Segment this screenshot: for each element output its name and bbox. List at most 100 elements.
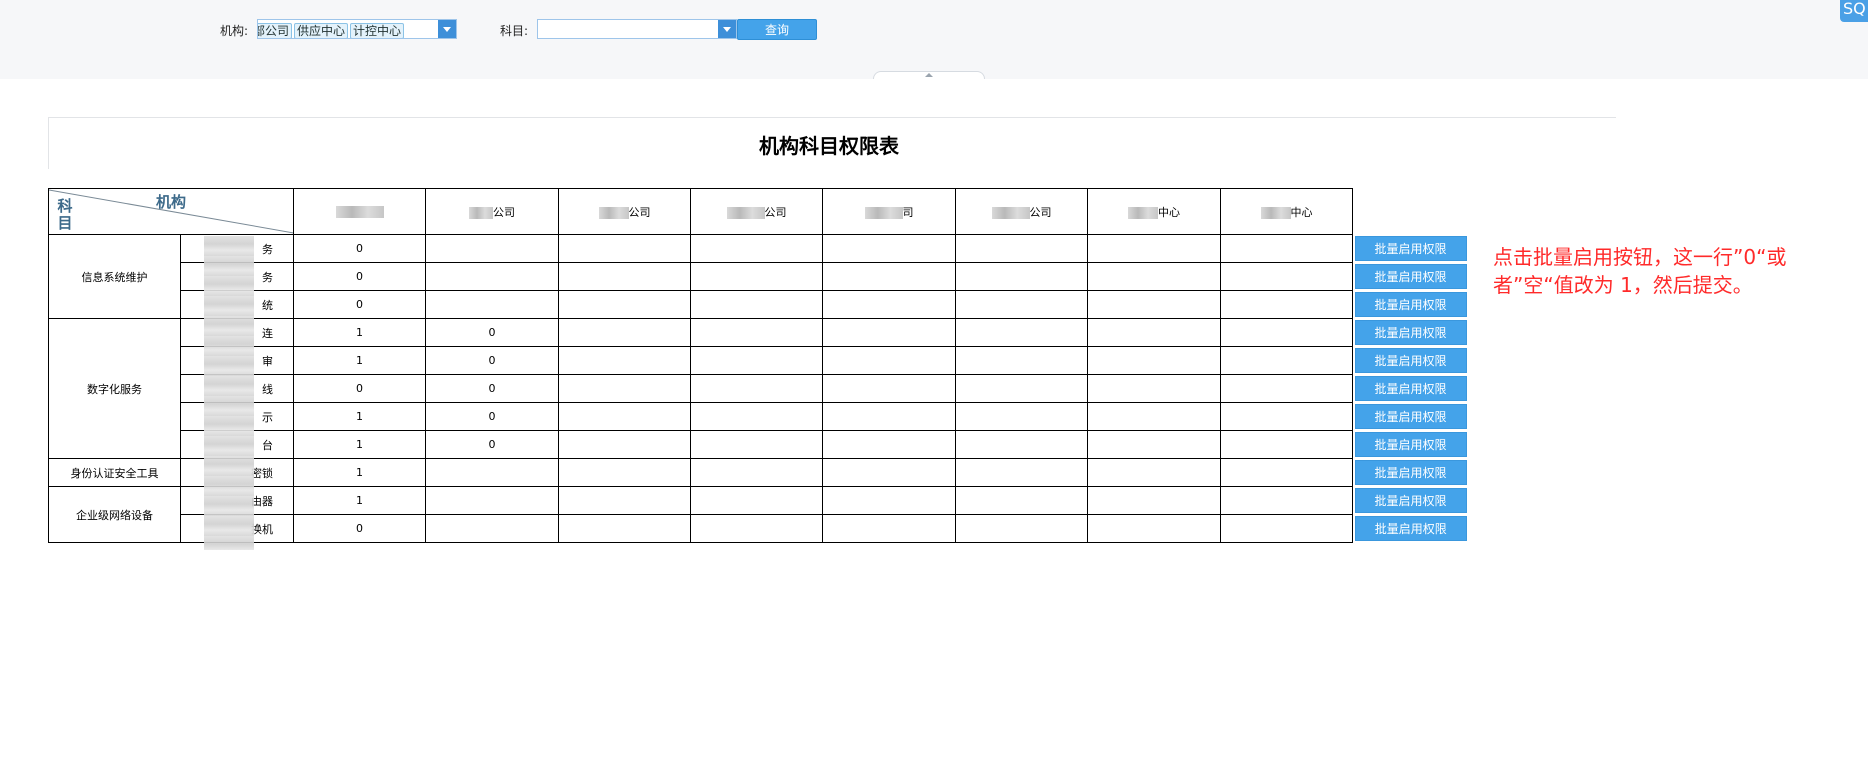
permission-cell[interactable] <box>1087 514 1221 543</box>
permission-cell[interactable] <box>558 290 691 319</box>
permission-cell[interactable] <box>1220 402 1353 431</box>
permission-cell[interactable] <box>558 262 691 291</box>
permission-cell[interactable]: 0 <box>425 374 559 403</box>
permission-cell[interactable] <box>822 486 956 515</box>
permission-cell[interactable] <box>1087 290 1221 319</box>
permission-cell[interactable] <box>1087 346 1221 375</box>
permission-cell[interactable] <box>1220 514 1353 543</box>
permission-cell[interactable] <box>425 234 559 263</box>
permission-cell[interactable] <box>1087 458 1221 487</box>
permission-cell[interactable] <box>1087 430 1221 459</box>
permission-cell[interactable]: 0 <box>293 374 426 403</box>
permission-cell[interactable] <box>558 430 691 459</box>
permission-cell[interactable] <box>425 458 559 487</box>
permission-cell[interactable] <box>822 262 956 291</box>
org-tag[interactable]: 计控中心 <box>350 23 405 38</box>
permission-cell[interactable]: 0 <box>425 318 559 347</box>
permission-cell[interactable]: 0 <box>293 290 426 319</box>
permission-cell[interactable]: 1 <box>293 486 426 515</box>
chevron-down-icon[interactable] <box>438 20 456 38</box>
permission-cell[interactable] <box>690 430 823 459</box>
permission-cell[interactable] <box>690 318 823 347</box>
permission-cell[interactable] <box>822 402 956 431</box>
permission-cell[interactable] <box>955 486 1088 515</box>
batch-enable-button[interactable]: 批量启用权限 <box>1354 348 1467 373</box>
org-select[interactable]: 部公司 供应中心 计控中心 <box>257 19 457 39</box>
permission-cell[interactable] <box>1087 402 1221 431</box>
permission-cell[interactable] <box>1220 374 1353 403</box>
permission-cell[interactable] <box>955 290 1088 319</box>
batch-enable-button[interactable]: 批量启用权限 <box>1354 320 1467 345</box>
permission-cell[interactable]: 1 <box>293 346 426 375</box>
org-tag[interactable]: 供应中心 <box>294 23 349 38</box>
permission-cell[interactable] <box>558 486 691 515</box>
permission-cell[interactable]: 0 <box>293 234 426 263</box>
permission-cell[interactable]: 0 <box>425 346 559 375</box>
permission-cell[interactable] <box>1087 234 1221 263</box>
permission-cell[interactable] <box>1087 486 1221 515</box>
permission-cell[interactable] <box>955 262 1088 291</box>
permission-cell[interactable] <box>690 458 823 487</box>
permission-cell[interactable] <box>558 402 691 431</box>
permission-cell[interactable]: 1 <box>293 318 426 347</box>
permission-cell[interactable] <box>955 346 1088 375</box>
permission-cell[interactable] <box>1220 234 1353 263</box>
batch-enable-button[interactable]: 批量启用权限 <box>1354 376 1467 401</box>
batch-enable-button[interactable]: 批量启用权限 <box>1354 292 1467 317</box>
permission-cell[interactable] <box>690 234 823 263</box>
subject-select[interactable] <box>537 19 737 39</box>
permission-cell[interactable] <box>1220 486 1353 515</box>
collapse-toggle[interactable] <box>873 71 985 79</box>
batch-enable-button[interactable]: 批量启用权限 <box>1354 516 1467 541</box>
permission-cell[interactable]: 1 <box>293 430 426 459</box>
permission-cell[interactable] <box>690 402 823 431</box>
permission-cell[interactable] <box>1087 262 1221 291</box>
permission-cell[interactable] <box>1220 262 1353 291</box>
permission-cell[interactable] <box>822 318 956 347</box>
permission-cell[interactable] <box>690 514 823 543</box>
permission-cell[interactable] <box>955 402 1088 431</box>
permission-cell[interactable] <box>822 290 956 319</box>
batch-enable-button[interactable]: 批量启用权限 <box>1354 460 1467 485</box>
permission-cell[interactable] <box>690 486 823 515</box>
permission-cell[interactable] <box>690 346 823 375</box>
permission-cell[interactable] <box>558 514 691 543</box>
batch-enable-button[interactable]: 批量启用权限 <box>1354 404 1467 429</box>
permission-cell[interactable] <box>822 458 956 487</box>
permission-cell[interactable] <box>690 290 823 319</box>
permission-cell[interactable] <box>425 262 559 291</box>
permission-cell[interactable]: 0 <box>293 262 426 291</box>
permission-cell[interactable] <box>558 374 691 403</box>
permission-cell[interactable] <box>558 318 691 347</box>
permission-cell[interactable] <box>690 374 823 403</box>
permission-cell[interactable] <box>1220 458 1353 487</box>
permission-cell[interactable] <box>558 234 691 263</box>
permission-cell[interactable]: 1 <box>293 402 426 431</box>
permission-cell[interactable] <box>1220 290 1353 319</box>
permission-cell[interactable] <box>822 346 956 375</box>
permission-cell[interactable] <box>1220 318 1353 347</box>
query-button[interactable]: 查询 <box>737 19 817 40</box>
permission-cell[interactable]: 1 <box>293 458 426 487</box>
permission-cell[interactable] <box>955 514 1088 543</box>
permission-cell[interactable] <box>425 486 559 515</box>
batch-enable-button[interactable]: 批量启用权限 <box>1354 264 1467 289</box>
permission-cell[interactable] <box>955 318 1088 347</box>
permission-cell[interactable] <box>822 430 956 459</box>
permission-cell[interactable] <box>955 374 1088 403</box>
permission-cell[interactable] <box>822 234 956 263</box>
permission-cell[interactable] <box>690 262 823 291</box>
permission-cell[interactable]: 0 <box>425 430 559 459</box>
batch-enable-button[interactable]: 批量启用权限 <box>1354 432 1467 457</box>
permission-cell[interactable] <box>1087 374 1221 403</box>
permission-cell[interactable]: 0 <box>425 402 559 431</box>
permission-cell[interactable] <box>1087 318 1221 347</box>
permission-cell[interactable] <box>1220 346 1353 375</box>
permission-cell[interactable] <box>955 458 1088 487</box>
corner-badge[interactable]: SQ <box>1840 0 1868 22</box>
permission-cell[interactable]: 0 <box>293 514 426 543</box>
permission-cell[interactable] <box>955 234 1088 263</box>
permission-cell[interactable] <box>425 514 559 543</box>
batch-enable-button[interactable]: 批量启用权限 <box>1354 236 1467 261</box>
permission-cell[interactable] <box>955 430 1088 459</box>
